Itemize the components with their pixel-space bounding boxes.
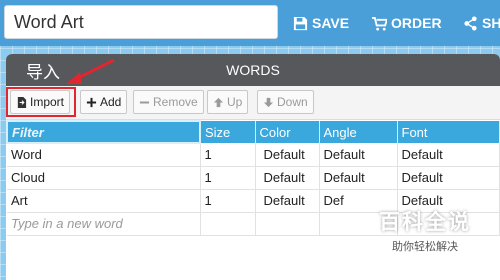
- table-row[interactable]: Cloud 1 Default Default Default: [7, 166, 500, 190]
- import-label: Import: [30, 95, 65, 109]
- order-button[interactable]: ORDER: [372, 12, 442, 34]
- words-toolbar: Import Add Remove Up Down: [6, 86, 500, 120]
- table-header-row: Filter Size Color Angle Font: [6, 120, 500, 144]
- word-cell[interactable]: Art: [7, 189, 201, 213]
- font-header[interactable]: Font: [397, 121, 500, 143]
- add-label: Add: [100, 95, 122, 109]
- down-label: Down: [277, 95, 308, 109]
- share-button[interactable]: SHA: [463, 12, 500, 34]
- plus-icon: [86, 97, 97, 107]
- file-import-icon: [17, 96, 27, 108]
- remove-label: Remove: [153, 95, 198, 109]
- watermark: 百科全说 助你轻松解决: [362, 206, 488, 254]
- table-row[interactable]: Word 1 Default Default Default: [7, 143, 500, 167]
- minus-icon: [139, 100, 150, 104]
- remove-button[interactable]: Remove: [133, 90, 204, 114]
- watermark-main: 百科全说: [379, 210, 471, 234]
- size-cell[interactable]: 1: [200, 189, 256, 213]
- cart-icon: [372, 16, 387, 31]
- empty-cell: [255, 212, 320, 236]
- color-cell[interactable]: Default: [255, 166, 320, 190]
- top-bar: SAVE ORDER SHA: [0, 0, 500, 46]
- empty-cell: [200, 212, 256, 236]
- angle-cell[interactable]: Default: [319, 143, 398, 167]
- angle-header[interactable]: Angle: [319, 121, 398, 143]
- watermark-sub: 助你轻松解决: [392, 240, 458, 253]
- size-cell[interactable]: 1: [200, 166, 256, 190]
- size-header[interactable]: Size: [200, 121, 256, 143]
- color-cell[interactable]: Default: [255, 189, 320, 213]
- order-label: ORDER: [391, 15, 442, 31]
- share-label: SHA: [482, 15, 500, 31]
- color-cell[interactable]: Default: [255, 143, 320, 167]
- save-label: SAVE: [312, 15, 350, 31]
- import-button[interactable]: Import: [10, 90, 71, 114]
- up-label: Up: [227, 95, 243, 109]
- filter-header[interactable]: Filter: [6, 120, 201, 144]
- font-cell[interactable]: Default: [397, 143, 500, 167]
- floppy-icon: [293, 16, 308, 30]
- size-cell[interactable]: 1: [200, 143, 256, 167]
- down-button[interactable]: Down: [257, 90, 314, 114]
- font-cell[interactable]: Default: [397, 166, 500, 190]
- angle-cell[interactable]: Default: [319, 166, 398, 190]
- annotation-arrow-icon: [66, 58, 115, 84]
- new-word-input[interactable]: Type in a new word: [7, 212, 201, 236]
- add-button[interactable]: Add: [80, 90, 128, 114]
- word-cell[interactable]: Cloud: [7, 166, 201, 190]
- share-icon: [464, 15, 477, 31]
- color-header[interactable]: Color: [255, 121, 320, 143]
- arrow-up-icon: [213, 97, 224, 107]
- arrow-down-icon: [263, 97, 274, 107]
- title-input[interactable]: [4, 5, 278, 39]
- word-cell[interactable]: Word: [7, 143, 201, 167]
- save-button[interactable]: SAVE: [293, 12, 349, 34]
- up-button[interactable]: Up: [207, 90, 249, 114]
